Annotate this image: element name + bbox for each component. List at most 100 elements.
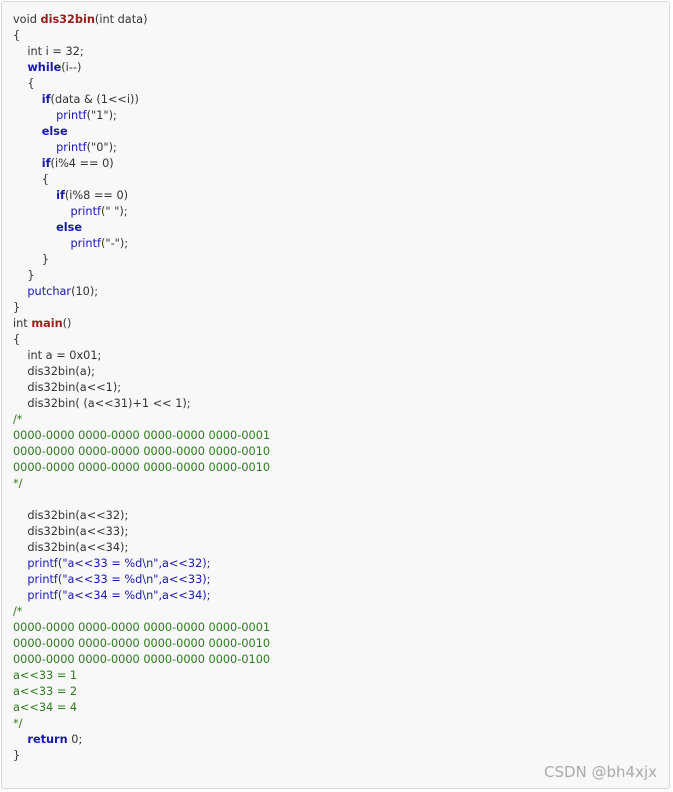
code-line: 0000-0000 0000-0000 0000-0000 0000-0010 bbox=[13, 460, 270, 476]
code-line: a<<33 = 1 bbox=[13, 668, 270, 684]
code-line: dis32bin(a<<33); bbox=[13, 524, 270, 540]
code-token: 0000-0000 0000-0000 0000-0000 0000-0010 bbox=[13, 445, 271, 458]
code-token: ("-"); bbox=[101, 237, 129, 250]
code-block: void dis32bin(int data){ int i = 32; whi… bbox=[1, 1, 670, 789]
code-token: } bbox=[13, 301, 21, 314]
code-token: int i = 32; bbox=[13, 45, 84, 58]
code-line: else bbox=[13, 220, 270, 236]
code-line: 0000-0000 0000-0000 0000-0000 0000-0010 bbox=[13, 636, 270, 652]
code-token: 0000-0000 0000-0000 0000-0000 0000-0010 bbox=[13, 461, 271, 474]
code-token: else bbox=[41, 125, 68, 138]
code-token: 0000-0000 0000-0000 0000-0000 0000-0100 bbox=[13, 653, 271, 666]
code-token: dis32bin(a<<1); bbox=[13, 381, 122, 394]
code-token: putchar bbox=[27, 285, 72, 298]
code-token: main bbox=[31, 317, 63, 330]
code-token: () bbox=[62, 317, 72, 330]
code-line: { bbox=[13, 172, 270, 188]
code-token: } bbox=[13, 253, 49, 266]
code-token: printf bbox=[56, 109, 87, 122]
code-line: if(i%4 == 0) bbox=[13, 156, 270, 172]
code-token: /* bbox=[13, 605, 23, 618]
code-line: while(i--) bbox=[13, 60, 270, 76]
code-line: printf("0"); bbox=[13, 140, 270, 156]
code-token: ("a<<33 = %d\n",a<<33); bbox=[57, 573, 211, 586]
code-line: int main() bbox=[13, 316, 270, 332]
code-token: printf bbox=[56, 141, 87, 154]
code-line: dis32bin(a<<1); bbox=[13, 380, 270, 396]
code-token: if bbox=[41, 93, 51, 106]
code-token: return bbox=[27, 733, 68, 746]
code-token: else bbox=[56, 221, 83, 234]
code-line: 0000-0000 0000-0000 0000-0000 0000-0001 bbox=[13, 428, 270, 444]
code-line: printf("a<<33 = %d\n",a<<32); bbox=[13, 556, 270, 572]
code-line: a<<33 = 2 bbox=[13, 684, 270, 700]
code-token: { bbox=[13, 333, 21, 346]
code-token: 0; bbox=[67, 733, 83, 746]
code-line: } bbox=[13, 748, 270, 764]
code-token: } bbox=[13, 269, 35, 282]
code-token: (i%8 == 0) bbox=[64, 189, 129, 202]
code-line: } bbox=[13, 300, 270, 316]
csdn-watermark: CSDN @bh4xjx bbox=[543, 763, 657, 781]
code-line: putchar(10); bbox=[13, 284, 270, 300]
code-token: (10); bbox=[71, 285, 99, 298]
code-line: /* bbox=[13, 604, 270, 620]
code-token: 0000-0000 0000-0000 0000-0000 0000-0001 bbox=[13, 429, 271, 442]
code-token: (data & (1<<i)) bbox=[50, 93, 139, 106]
code-line: printf("-"); bbox=[13, 236, 270, 252]
code-token: dis32bin bbox=[40, 13, 95, 26]
code-line: 0000-0000 0000-0000 0000-0000 0000-0100 bbox=[13, 652, 270, 668]
code-token: printf bbox=[27, 589, 58, 602]
code-token: if bbox=[56, 189, 65, 202]
code-line: int i = 32; bbox=[13, 44, 270, 60]
code-token: { bbox=[13, 77, 35, 90]
code-token: (i--) bbox=[61, 61, 82, 74]
code-line: 0000-0000 0000-0000 0000-0000 0000-0010 bbox=[13, 444, 270, 460]
code-line: printf("a<<33 = %d\n",a<<33); bbox=[13, 572, 270, 588]
code-token: 0000-0000 0000-0000 0000-0000 0000-0001 bbox=[13, 621, 271, 634]
code-token: (int data) bbox=[94, 13, 148, 26]
code-token: if bbox=[41, 157, 51, 170]
code-line: } bbox=[13, 268, 270, 284]
code-token: */ bbox=[13, 717, 23, 730]
code-token: dis32bin(a<<32); bbox=[13, 509, 129, 522]
code-token: ("1"); bbox=[86, 109, 117, 122]
code-token: */ bbox=[13, 477, 23, 490]
code-token: 0000-0000 0000-0000 0000-0000 0000-0010 bbox=[13, 637, 271, 650]
code-token: dis32bin(a); bbox=[13, 365, 95, 378]
code-line: printf("1"); bbox=[13, 108, 270, 124]
code-token: } bbox=[13, 749, 21, 762]
code-token: int bbox=[13, 317, 32, 330]
code-token: (i%4 == 0) bbox=[50, 157, 114, 170]
code-token: dis32bin(a<<34); bbox=[13, 541, 129, 554]
code-token: printf bbox=[70, 237, 101, 250]
code-line: dis32bin(a); bbox=[13, 364, 270, 380]
code-token: printf bbox=[70, 205, 101, 218]
code-line: int a = 0x01; bbox=[13, 348, 270, 364]
code-token: { bbox=[13, 29, 21, 42]
code-token: printf bbox=[27, 557, 58, 570]
code-line: 0000-0000 0000-0000 0000-0000 0000-0001 bbox=[13, 620, 270, 636]
code-token: a<<34 = 4 bbox=[13, 701, 78, 714]
code-token: ("a<<33 = %d\n",a<<32); bbox=[57, 557, 211, 570]
code-line: void dis32bin(int data) bbox=[13, 12, 270, 28]
code-line: { bbox=[13, 76, 270, 92]
code-token: /* bbox=[13, 413, 23, 426]
code-line: { bbox=[13, 28, 270, 44]
code-token: { bbox=[13, 173, 49, 186]
code-line: { bbox=[13, 332, 270, 348]
code-line: } bbox=[13, 252, 270, 268]
code-token: ("0"); bbox=[86, 141, 117, 154]
